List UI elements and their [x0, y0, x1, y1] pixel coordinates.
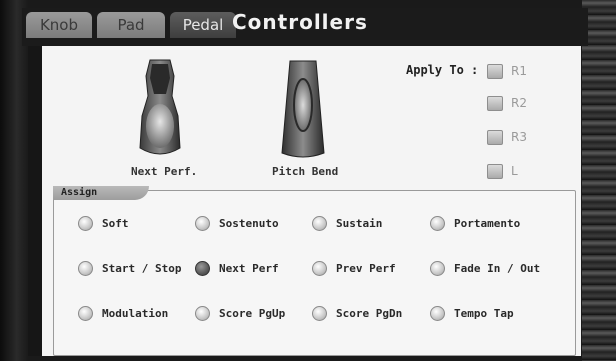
assign-option-label: Soft	[102, 217, 129, 230]
expression-pedal-icon	[281, 60, 325, 158]
assign-title: Assign	[61, 187, 98, 198]
assign-option-score-pgdn[interactable]: Score PgDn	[312, 306, 402, 321]
assign-option-label: Start / Stop	[102, 262, 182, 275]
assign-option-label: Tempo Tap	[454, 307, 514, 320]
assign-option-modulation[interactable]: Modulation	[78, 306, 168, 321]
radio-icon	[195, 216, 210, 231]
page-title: Controllers	[232, 10, 368, 34]
assign-group-tab: Assign	[53, 186, 149, 200]
radio-icon	[430, 261, 445, 276]
radio-icon	[195, 306, 210, 321]
apply-l-checkbox[interactable]	[487, 164, 503, 179]
radio-icon	[312, 261, 327, 276]
radio-icon	[430, 306, 445, 321]
apply-r1-label: R1	[511, 64, 527, 78]
assign-option-label: Score PgDn	[336, 307, 403, 320]
panel-edge	[28, 46, 42, 356]
assign-option-label: Modulation	[102, 307, 169, 320]
apply-r2-label: R2	[511, 96, 527, 110]
assign-option-label: Score PgUp	[219, 307, 286, 320]
apply-l-label: L	[511, 164, 518, 178]
assign-option-label: Portamento	[454, 217, 521, 230]
assign-option-score-pgup[interactable]: Score PgUp	[195, 306, 285, 321]
assign-option-label: Prev Perf	[336, 262, 396, 275]
radio-icon	[312, 306, 327, 321]
radio-selected-icon	[195, 261, 210, 276]
radio-icon	[78, 216, 93, 231]
assign-option-tempo-tap[interactable]: Tempo Tap	[430, 306, 514, 321]
assign-option-sustain[interactable]: Sustain	[312, 216, 382, 231]
tab-pad[interactable]: Pad	[97, 12, 165, 38]
apply-to-label: Apply To :	[406, 63, 479, 77]
radio-icon	[430, 216, 445, 231]
assign-option-portamento[interactable]: Portamento	[430, 216, 520, 231]
assign-option-label: Fade In / Out	[454, 262, 541, 275]
background-left	[0, 0, 28, 361]
apply-r3-label: R3	[511, 130, 527, 144]
radio-icon	[78, 306, 93, 321]
assign-option-sostenuto[interactable]: Sostenuto	[195, 216, 279, 231]
assign-option-label: Sostenuto	[219, 217, 279, 230]
assign-option-start-stop[interactable]: Start / Stop	[78, 261, 181, 276]
left-pedal-label: Next Perf.	[131, 165, 198, 178]
background-right	[582, 0, 616, 361]
tab-pedal[interactable]: Pedal	[170, 12, 236, 38]
apply-r3-checkbox[interactable]	[487, 130, 503, 145]
assign-option-next-perf[interactable]: Next Perf	[195, 261, 279, 276]
right-pedal-label: Pitch Bend	[272, 165, 339, 178]
assign-option-label: Next Perf	[219, 262, 279, 275]
tab-knob[interactable]: Knob	[26, 12, 92, 38]
apply-r2-checkbox[interactable]	[487, 96, 503, 111]
sustain-pedal-icon	[139, 59, 181, 155]
radio-icon	[78, 261, 93, 276]
radio-icon	[312, 216, 327, 231]
apply-r1-checkbox[interactable]	[487, 64, 503, 79]
assign-option-soft[interactable]: Soft	[78, 216, 129, 231]
assign-option-label: Sustain	[336, 217, 383, 230]
assign-option-prev-perf[interactable]: Prev Perf	[312, 261, 396, 276]
assign-option-fade-in-out[interactable]: Fade In / Out	[430, 261, 540, 276]
